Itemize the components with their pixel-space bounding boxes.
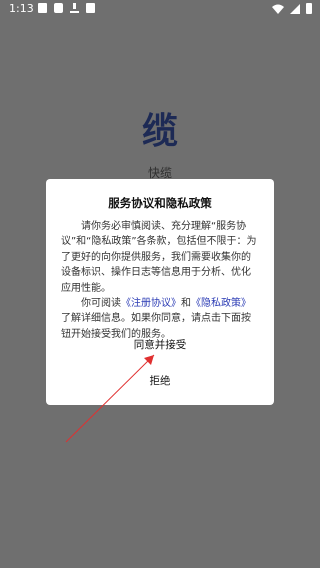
image-icon xyxy=(38,3,47,13)
wifi-icon xyxy=(272,4,284,14)
status-bar: 1:13 xyxy=(0,0,320,18)
status-icons-left xyxy=(38,3,95,13)
dialog-body: 请你务必审慎阅读、充分理解“服务协议”和“隐私政策”各条款，包括但不限于：为了更… xyxy=(61,219,259,342)
battery-icon xyxy=(306,3,312,14)
reject-button[interactable]: 拒绝 xyxy=(46,369,274,393)
square-icon xyxy=(54,3,63,13)
privacy-policy-link[interactable]: 《隐私政策》 xyxy=(191,298,251,309)
status-time: 1:13 xyxy=(9,2,34,15)
dialog-paragraph-1: 请你务必审慎阅读、充分理解“服务协议”和“隐私政策”各条款，包括但不限于：为了更… xyxy=(61,221,257,294)
dialog-title: 服务协议和隐私政策 xyxy=(108,196,212,210)
app-logo: 缆 xyxy=(141,110,178,152)
download-icon xyxy=(70,3,79,13)
terms-link[interactable]: 《注册协议》 xyxy=(121,298,181,309)
privacy-dialog: 服务协议和隐私政策 请你务必审慎阅读、充分理解“服务协议”和“隐私政策”各条款，… xyxy=(46,179,274,405)
a-icon xyxy=(86,3,95,13)
paragraph-2-prefix: 你可阅读 xyxy=(81,298,121,310)
signal-icon xyxy=(290,3,300,14)
status-icons-right xyxy=(272,3,312,14)
paragraph-2-and: 和 xyxy=(181,298,191,310)
agree-button[interactable]: 同意并接受 xyxy=(46,333,274,357)
